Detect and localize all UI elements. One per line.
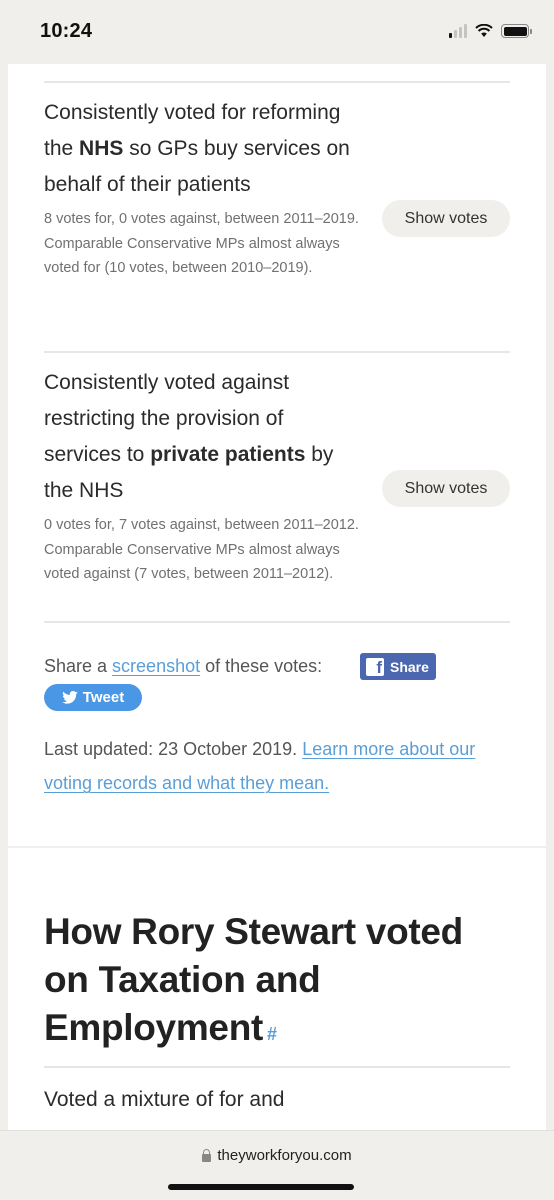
policy-item: Consistently voted for reforming the NHS…	[44, 95, 510, 281]
browser-bottom-bar: theyworkforyou.com	[0, 1130, 554, 1200]
status-time: 10:24	[40, 20, 93, 42]
facebook-share-button[interactable]: f Share	[360, 653, 436, 680]
tweet-button[interactable]: Tweet	[44, 684, 142, 711]
home-indicator[interactable]	[168, 1184, 354, 1190]
status-bar: 10:24	[0, 0, 554, 64]
show-votes-button[interactable]: Show votes	[382, 200, 510, 237]
battery-icon	[501, 24, 532, 38]
divider	[44, 351, 510, 353]
wifi-icon	[475, 24, 493, 37]
policy-statement: Consistently voted against restricting t…	[44, 371, 334, 502]
divider	[44, 81, 510, 83]
share-text: Share a screenshot of these votes:	[44, 656, 323, 676]
divider	[44, 621, 510, 623]
last-updated: Last updated: 23 October 2019. Learn mor…	[44, 739, 476, 793]
policy-vote-detail: 0 votes for, 7 votes against, between 20…	[44, 517, 359, 582]
section-anchor-link[interactable]: #	[267, 1024, 277, 1044]
section-heading: How Rory Stewart voted on Taxation and E…	[44, 911, 463, 1048]
divider	[44, 1066, 510, 1068]
facebook-icon: f	[366, 657, 384, 676]
votes-card: Consistently voted for reforming the NHS…	[8, 64, 546, 846]
address-bar[interactable]: theyworkforyou.com	[0, 1147, 554, 1164]
url-text: theyworkforyou.com	[217, 1147, 352, 1164]
screenshot-link[interactable]: screenshot	[112, 656, 200, 676]
policy-vote-detail: 8 votes for, 0 votes against, between 20…	[44, 211, 359, 276]
status-icons	[449, 24, 532, 38]
twitter-icon	[61, 691, 78, 704]
cellular-signal-icon	[449, 24, 467, 38]
lock-icon	[202, 1149, 212, 1162]
taxation-card: How Rory Stewart voted on Taxation and E…	[8, 848, 546, 1148]
policy-statement: Consistently voted for reforming the NHS…	[44, 101, 350, 196]
policy-statement: Voted a mixture of for and	[44, 1088, 285, 1111]
policy-item: Consistently voted against restricting t…	[44, 365, 510, 587]
show-votes-button[interactable]: Show votes	[382, 470, 510, 507]
